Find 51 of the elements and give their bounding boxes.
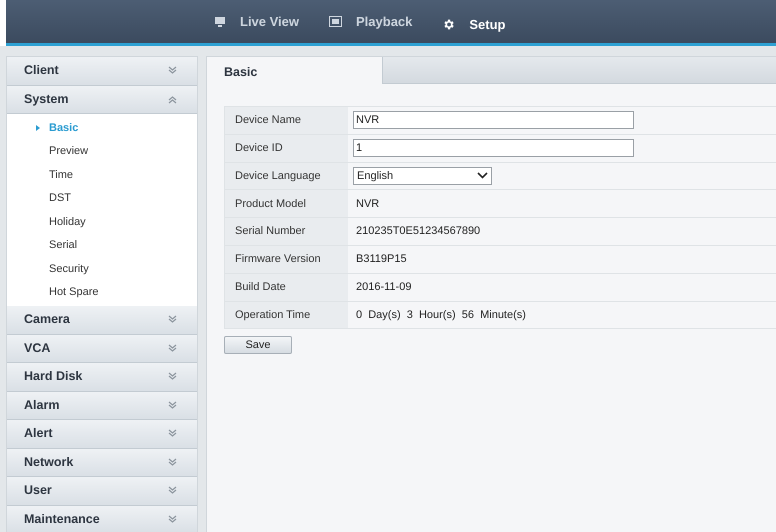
field-value: 210235T0E51234567890 [355, 224, 480, 240]
sidebar-item[interactable]: Preview [7, 140, 197, 163]
sidebar-section-header[interactable]: Alarm [7, 392, 197, 420]
sidebar-section-header[interactable]: Hard Disk [7, 363, 197, 392]
dropdown-caret-icon [477, 172, 488, 180]
expand-chevron-icon [168, 486, 177, 496]
expand-chevron-icon [168, 400, 177, 410]
film-icon [329, 16, 342, 27]
settings-icon [442, 18, 456, 31]
field-label: Build Date [225, 274, 348, 301]
sidebar-item[interactable]: Serial [7, 234, 197, 257]
sidebar-section-header[interactable]: System [7, 86, 197, 114]
expand-chevron-icon [168, 344, 177, 353]
sidebar-item[interactable]: Security [7, 257, 197, 280]
sidebar-section-header[interactable]: Maintenance [7, 506, 197, 532]
sidebar-item[interactable]: Holiday [7, 210, 197, 234]
expand-chevron-icon [168, 458, 177, 467]
language-dropdown[interactable]: English [353, 166, 492, 185]
field-label: Device Language [225, 162, 348, 190]
sidebar-item[interactable]: DST [7, 186, 197, 210]
field-label: Device ID [225, 134, 348, 162]
sidebar-section-header[interactable]: Camera [7, 306, 197, 334]
nav-tab[interactable]: Playback [321, 0, 420, 43]
field-label: Serial Number [225, 218, 348, 245]
sidebar-section-header[interactable]: Network [7, 448, 197, 477]
field-value: 2016-11-09 [355, 280, 412, 295]
expand-chevron-icon [168, 66, 177, 76]
field-value: 0 Day(s) 3 Hour(s) 56 Minute(s) [355, 308, 526, 323]
sidebar-section-header[interactable]: VCA [7, 334, 197, 363]
nav-tab[interactable]: Live View [206, 0, 308, 43]
field-label: Device Name [225, 107, 348, 134]
field-label: Product Model [225, 190, 348, 218]
expand-chevron-icon [168, 315, 177, 324]
sidebar-section-header[interactable]: User [7, 477, 197, 506]
text-field[interactable]: NVR [353, 111, 634, 130]
field-value: B3119P15 [355, 252, 407, 268]
field-value: NVR [355, 196, 380, 212]
text-field[interactable]: 1 [353, 139, 634, 158]
expand-chevron-icon [168, 514, 177, 524]
sidebar-item[interactable]: Hot Spare [7, 280, 197, 304]
field-label: Firmware Version [225, 246, 348, 273]
sidebar-section-header[interactable]: Client [7, 57, 197, 86]
monitor-icon [214, 16, 226, 28]
selected-arrow-icon [36, 124, 40, 131]
field-label: Operation Time [225, 302, 348, 328]
collapse-chevron-icon [168, 94, 177, 104]
sidebar-section-header[interactable]: Alert [7, 420, 197, 448]
expand-chevron-icon [168, 372, 177, 382]
expand-chevron-icon [168, 429, 177, 438]
sidebar-item[interactable]: Time [7, 163, 197, 186]
save-button[interactable]: Save [224, 336, 292, 354]
